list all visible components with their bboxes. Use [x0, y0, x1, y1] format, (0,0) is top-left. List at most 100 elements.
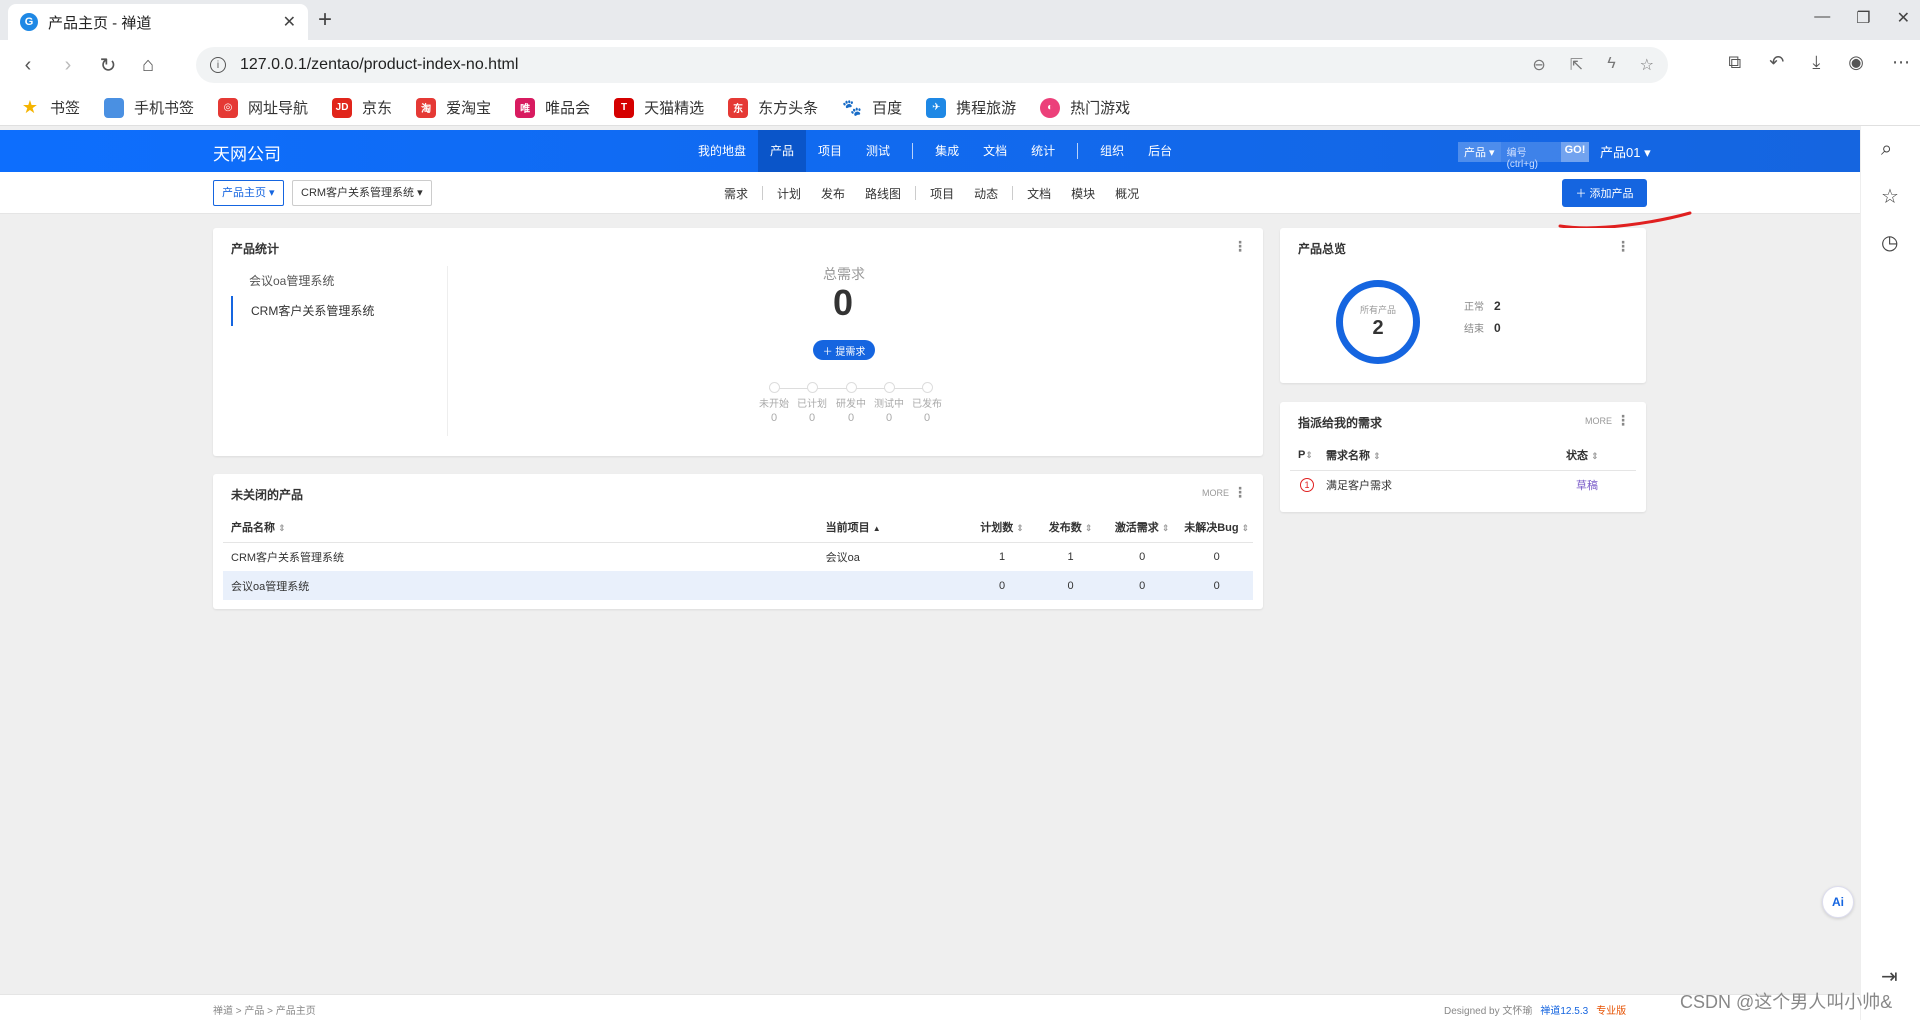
submenu-module[interactable]: 模块 — [1061, 185, 1105, 202]
more-link[interactable]: MORE — [1202, 488, 1229, 498]
menu-admin[interactable]: 后台 — [1136, 130, 1184, 172]
table-row[interactable]: CRM客户关系管理系统 会议oa 1 1 0 0 — [223, 542, 1253, 571]
bookmark-item[interactable]: 🐾 百度 — [842, 97, 902, 118]
panel-menu-icon[interactable]: ⋮ — [1233, 238, 1247, 255]
search-input[interactable]: 编号(ctrl+g) — [1500, 142, 1561, 170]
add-product-button[interactable]: ＋ 添加产品 — [1562, 179, 1647, 207]
project-cell[interactable]: 会议oa — [826, 542, 967, 571]
star-icon[interactable]: ☆ — [1640, 55, 1654, 75]
more-icon[interactable]: ⋯ — [1892, 52, 1910, 73]
url-text[interactable]: 127.0.0.1/zentao/product-index-no.html — [240, 56, 1532, 74]
ai-assistant-button[interactable]: Ai — [1822, 886, 1854, 918]
profile-icon[interactable]: ◉ — [1848, 52, 1864, 73]
col-header[interactable]: 需求名称 ⇕ — [1326, 440, 1566, 471]
total-stories-label: 总需求 — [823, 266, 865, 282]
menu-test[interactable]: 测试 — [854, 130, 902, 172]
raise-story-button[interactable]: ＋ 提需求 — [813, 340, 875, 360]
stage-item: 测试中 0 — [870, 382, 908, 424]
search-icon[interactable]: ⌕ — [1881, 138, 1892, 161]
bugs-cell: 0 — [1180, 571, 1253, 600]
bookmark-item[interactable]: 唯唯品会 — [515, 97, 590, 118]
menu-report[interactable]: 统计 — [1019, 130, 1067, 172]
url-box[interactable]: i 127.0.0.1/zentao/product-index-no.html… — [196, 47, 1668, 83]
home-icon[interactable]: ⌂ — [128, 54, 168, 77]
forward-icon[interactable]: › — [48, 54, 88, 77]
submenu-roadmap[interactable]: 路线图 — [855, 185, 911, 202]
breadcrumb-product-home[interactable]: 产品主页 ▾ — [213, 180, 284, 206]
new-tab-icon[interactable]: + — [318, 6, 332, 34]
minimize-icon[interactable]: — — [1814, 8, 1830, 28]
bookmark-item[interactable]: ◎ 网址导航 — [218, 97, 308, 118]
history-icon[interactable]: ◷ — [1881, 230, 1898, 255]
search-type-select[interactable]: 产品 ▾ — [1458, 142, 1501, 162]
menu-doc[interactable]: 文档 — [971, 130, 1019, 172]
global-search: 产品 ▾ 编号(ctrl+g) GO! — [1458, 142, 1590, 170]
col-header[interactable]: 未解决Bug ⇕ — [1180, 512, 1253, 543]
product-name-cell[interactable]: CRM客户关系管理系统 — [223, 542, 826, 571]
undo-icon[interactable]: ↶ — [1769, 52, 1784, 73]
panel-menu-icon[interactable]: ⋮ — [1616, 238, 1630, 255]
submenu-story[interactable]: 需求 — [714, 185, 758, 202]
submenu-plan[interactable]: 计划 — [767, 185, 811, 202]
col-header[interactable]: 计划数 ⇕ — [966, 512, 1038, 543]
col-header[interactable]: 当前项目 ▲ — [825, 512, 967, 543]
submenu-dynamic[interactable]: 动态 — [964, 185, 1008, 202]
panel-menu-icon[interactable]: ⋮ — [1233, 484, 1247, 501]
col-header[interactable]: 激活需求 ⇕ — [1103, 512, 1181, 543]
menu-ci[interactable]: 集成 — [923, 130, 971, 172]
zoom-icon[interactable]: ⊖ — [1532, 55, 1545, 75]
reload-icon[interactable]: ↻ — [88, 53, 128, 78]
col-header[interactable]: 发布数 ⇕ — [1037, 512, 1104, 543]
bookmark-item[interactable]: ✈ 携程旅游 — [926, 97, 1016, 118]
restore-icon[interactable]: ❐ — [1856, 8, 1870, 28]
product-list-item-active[interactable]: CRM客户关系管理系统 — [231, 296, 451, 326]
menu-my[interactable]: 我的地盘 — [686, 130, 758, 172]
bookmark-item[interactable]: 手机书签 — [104, 97, 194, 118]
col-header[interactable]: 产品名称 ⇕ — [223, 512, 826, 543]
menu-product[interactable]: 产品 — [758, 130, 807, 172]
download-icon[interactable]: ⤓ — [1812, 52, 1820, 73]
lightning-icon[interactable]: ϟ — [1607, 55, 1615, 75]
bookmark-item[interactable]: ◐ 热门游戏 — [1040, 97, 1130, 118]
edition-badge[interactable]: 专业版 — [1596, 1002, 1626, 1017]
panel-menu-icon[interactable]: ⋮ — [1616, 412, 1630, 429]
search-go-button[interactable]: GO! — [1560, 142, 1590, 162]
user-menu[interactable]: 产品01 ▾ — [1600, 142, 1651, 161]
product-name-cell[interactable]: 会议oa管理系统 — [223, 571, 826, 600]
submenu-view[interactable]: 概况 — [1105, 185, 1149, 202]
submenu-project[interactable]: 项目 — [920, 185, 964, 202]
bookmark-item[interactable]: T 天猫精选 — [614, 97, 704, 118]
favorites-icon[interactable]: ☆ — [1881, 184, 1899, 209]
submenu-release[interactable]: 发布 — [811, 185, 855, 202]
table-row[interactable]: 会议oa管理系统 0 0 0 0 — [223, 571, 1253, 600]
col-header[interactable]: 状态 ⇕ — [1566, 440, 1636, 471]
bookmark-item[interactable]: 东东方头条 — [728, 97, 818, 118]
ring-value: 2 — [1372, 317, 1384, 339]
stage-item: 未开始 0 — [755, 382, 793, 424]
more-link[interactable]: MORE — [1585, 416, 1612, 426]
table-row[interactable]: 1 满足客户需求 草稿 — [1290, 470, 1636, 499]
bookmark-item[interactable]: ★ 书签 — [20, 97, 80, 118]
breadcrumb-product-select[interactable]: CRM客户关系管理系统 ▾ — [292, 180, 432, 206]
story-name-cell[interactable]: 满足客户需求 — [1326, 470, 1566, 499]
active-stories-cell: 0 — [1139, 550, 1146, 563]
share-icon[interactable]: ⇱ — [1570, 55, 1583, 75]
project-cell[interactable] — [825, 571, 967, 600]
panel-title: 指派给我的需求 — [1298, 416, 1383, 430]
submenu-doc[interactable]: 文档 — [1017, 185, 1061, 202]
company-name[interactable]: 天网公司 — [213, 140, 281, 165]
bookmark-item[interactable]: JD 京东 — [332, 97, 392, 118]
collapse-panel-icon[interactable]: ⇥ — [1881, 964, 1898, 989]
extensions-icon[interactable]: ⧉ — [1728, 52, 1741, 73]
close-tab-icon[interactable]: ✕ — [283, 12, 296, 32]
close-window-icon[interactable]: ✕ — [1897, 8, 1910, 28]
product-list-item[interactable]: 会议oa管理系统 — [231, 266, 451, 296]
site-info-icon[interactable]: i — [210, 57, 226, 73]
menu-project[interactable]: 项目 — [806, 130, 854, 172]
bookmark-item[interactable]: 淘爱淘宝 — [416, 97, 491, 118]
col-header[interactable]: P⇕ — [1290, 440, 1326, 471]
menu-company[interactable]: 组织 — [1088, 130, 1136, 172]
browser-tab[interactable]: G 产品主页 - 禅道 ✕ — [8, 4, 308, 40]
back-icon[interactable]: ‹ — [8, 54, 48, 77]
zentao-version[interactable]: 禅道12.5.3 — [1540, 1002, 1588, 1017]
